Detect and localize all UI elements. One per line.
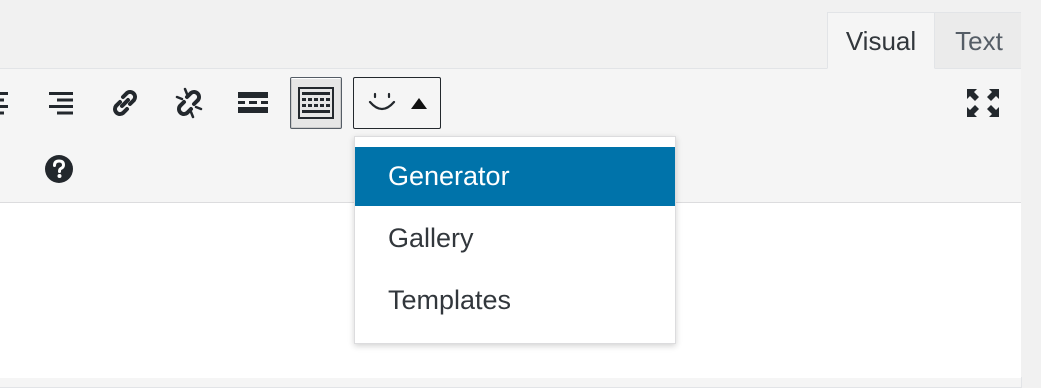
page-edge [1021,0,1041,377]
align-right-icon [47,89,75,117]
help-icon [44,154,74,184]
toolbar-toggle-button[interactable] [290,77,342,129]
smiley-menu-button[interactable] [353,77,441,129]
tab-text[interactable]: Text [935,12,1024,69]
fullscreen-icon [966,88,1000,118]
align-center-icon [0,89,10,117]
read-more-icon [237,89,269,117]
insert-link-icon [108,86,142,120]
remove-link-button[interactable] [163,77,215,129]
menu-item-generator[interactable]: Generator [355,147,675,206]
read-more-button[interactable] [227,77,279,129]
remove-link-icon [171,85,207,121]
help-button[interactable] [33,143,85,195]
align-center-button[interactable] [0,77,22,129]
menu-item-templates[interactable]: Templates [355,271,675,330]
fullscreen-button[interactable] [957,77,1009,129]
toolbar-toggle-icon [298,87,334,119]
tab-visual[interactable]: Visual [827,12,935,69]
caret-up-icon [411,97,427,109]
indent-button[interactable] [0,143,12,195]
smiley-dropdown-menu: Generator Gallery Templates [354,136,676,344]
menu-item-gallery[interactable]: Gallery [355,209,675,268]
insert-link-button[interactable] [99,77,151,129]
toolbar-row-primary [0,71,1022,137]
align-right-button[interactable] [35,77,87,129]
smiley-icon [367,92,397,114]
